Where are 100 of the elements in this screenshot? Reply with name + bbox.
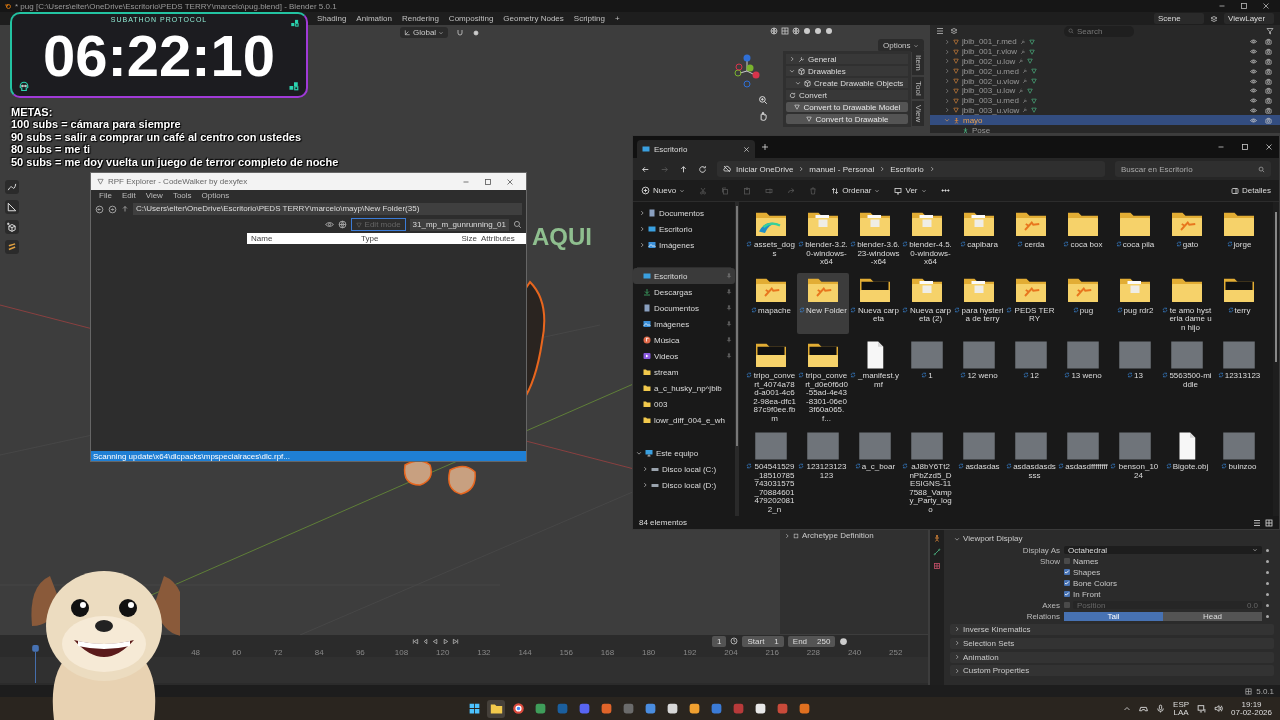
clock[interactable]: 19:19 07-02-2026 (1231, 700, 1272, 717)
panel-header[interactable]: Drawables (786, 66, 908, 76)
sidebar-item[interactable]: Escritorio (633, 221, 735, 237)
orientation-dropdown[interactable]: Global (400, 27, 449, 38)
panel-header[interactable]: General (786, 54, 908, 64)
desktop-entry[interactable]: 123123123123 (797, 429, 849, 516)
outliner-row[interactable]: jbib_002_u.low (930, 56, 1280, 67)
language-indicator[interactable]: ESP LAA (1173, 700, 1190, 717)
desktop-entry[interactable]: terry (1213, 272, 1265, 334)
desktop-entry[interactable]: pug (1057, 272, 1109, 334)
desktop-entry[interactable]: cerda (1005, 207, 1057, 269)
path-field[interactable]: C:\Users\elter\OneDrive\Escritorio\PEDS TERRY\marcelo\mayp\New Folder(35) (133, 203, 522, 215)
convert-button[interactable]: Convert to Drawable Model (786, 102, 908, 112)
desktop-entry[interactable]: 12 weno (953, 338, 1005, 425)
panel-header[interactable]: Inverse Kinematics (950, 623, 1274, 635)
menu-item[interactable]: View (145, 191, 163, 200)
desktop-entry[interactable]: tripo_convert_d0e0f6d0-55ad-4e43-8301-06e03f60a065.f... (797, 338, 849, 425)
column-header[interactable]: Attributes (481, 234, 526, 243)
sidebar-item[interactable]: 003 (633, 396, 735, 412)
relation-option[interactable]: Head (1163, 611, 1262, 621)
current-frame-field[interactable]: 1 (712, 635, 727, 647)
desktop-entry[interactable]: asdasdffffffff (1057, 429, 1109, 516)
sidebar-item[interactable]: Imágenes (633, 237, 735, 253)
sidebar-item[interactable]: lowr_diff_004_e_wh (633, 412, 735, 428)
panel-header[interactable]: Custom Properties (950, 665, 1274, 677)
panel-header[interactable]: Create Drawable Objects (786, 78, 908, 88)
sidebar-item[interactable]: Este equipo (633, 445, 735, 461)
desktop-entry[interactable]: 12 (1005, 338, 1057, 425)
desktop-entry[interactable]: blender-4.5.0-windows-x64 (901, 207, 953, 269)
desktop-entry[interactable]: te amo hysteria dame un hijo (1161, 272, 1213, 334)
outliner-row[interactable]: jbib_003_u.vlow (930, 105, 1280, 116)
desktop-entry[interactable]: coca pila (1109, 207, 1161, 269)
desktop-entry[interactable]: asdasdas (953, 429, 1005, 516)
outliner-row[interactable]: jbib_003_u.low (930, 86, 1280, 96)
desktop-entry[interactable]: New Folder (797, 272, 849, 334)
sidebar-item[interactable]: Descargas (633, 284, 735, 300)
outliner-row[interactable]: jbib_002_u.med (930, 66, 1280, 77)
outliner-row[interactable]: jbib_001_r.vlow (930, 46, 1280, 57)
desktop-entry[interactable]: Bigote.obj (1161, 429, 1213, 516)
view-button[interactable]: Ver (894, 186, 927, 195)
start-frame-field[interactable]: Start 1 (742, 635, 784, 647)
desktop-entry[interactable]: capibara (953, 207, 1005, 269)
desktop-entry[interactable]: aJ8bY6Tt2nPbZzd5_DESIGNS-117588_Vampy_Party_logo (901, 429, 953, 516)
column-header[interactable]: Size (441, 234, 481, 243)
desktop-entry[interactable]: gato (1161, 207, 1213, 269)
sidebar-item[interactable]: stream (633, 364, 735, 380)
desktop-entry[interactable]: PEDS TERRY (1005, 272, 1057, 334)
desktop-entry[interactable]: asdasdasdssss (1005, 429, 1057, 516)
desktop-entry[interactable]: assets_dogs (745, 207, 797, 269)
outliner-row[interactable]: mayo (930, 115, 1280, 126)
sidebar-item[interactable]: Disco local (C:) (633, 461, 735, 477)
new-button[interactable]: Nuevo (641, 186, 686, 195)
desktop-entry[interactable]: Nueva carpeta (2) (901, 272, 953, 334)
end-frame-field[interactable]: End 250 (787, 635, 836, 647)
column-header[interactable]: Type (361, 234, 441, 243)
menu-item[interactable]: Options (201, 191, 230, 200)
sidebar-item[interactable]: a_c_husky_np^jbib (633, 380, 735, 396)
panel-header[interactable]: Animation (950, 651, 1274, 663)
details-button[interactable]: Detalles (1231, 186, 1271, 195)
panel-header[interactable]: Archetype Definition (780, 530, 928, 541)
outliner-row[interactable]: jbib_003_u.med (930, 95, 1280, 106)
desktop-entry[interactable]: 13 (1109, 338, 1161, 425)
outliner-row[interactable]: jbib_002_u.vlow (930, 76, 1280, 86)
desktop-entry[interactable]: benson_1024 (1109, 429, 1161, 516)
menu-item[interactable]: Edit (121, 191, 136, 200)
workspace-tab[interactable]: Shading (312, 12, 352, 25)
workspace-tab[interactable]: Scripting (568, 12, 610, 25)
desktop-entry[interactable]: buinzoo (1213, 429, 1265, 516)
desktop-entry[interactable]: tripo_convert_4074a78d-a001-4c62-98ea-dfc187c9f0ee.fbm (745, 338, 797, 425)
sidebar-item[interactable]: Escritorio (633, 268, 735, 284)
outliner-row[interactable]: jbib_001_r.med (930, 37, 1280, 47)
scene-field[interactable]: Scene (1154, 13, 1204, 24)
panel-header[interactable]: Viewport Display (950, 533, 1274, 544)
sidebar-tab[interactable]: View (912, 101, 924, 127)
desktop-entry[interactable]: 504541529_18510785743031575_708846014792020812_n (745, 429, 797, 516)
menu-item[interactable]: File (99, 191, 112, 200)
search-field[interactable]: Buscar en Escritorio (1115, 161, 1271, 177)
panel-header[interactable]: Selection Sets (950, 637, 1274, 649)
convert-button[interactable]: Convert to Drawable (786, 114, 908, 124)
sidebar-item[interactable]: Documentos (633, 300, 735, 316)
workspace-tab[interactable]: Animation (351, 12, 397, 25)
desktop-entry[interactable]: blender-3.6.23-windows-x64 (849, 207, 901, 269)
window-tab[interactable]: Escritorio (637, 140, 755, 158)
search-field[interactable]: Search (1064, 25, 1134, 37)
workspace-tab[interactable]: Geometry Nodes (498, 12, 569, 25)
sidebar-tab[interactable]: Tool (912, 76, 924, 100)
desktop-entry[interactable]: mapache (745, 272, 797, 334)
workspace-tab[interactable]: Compositing (443, 12, 499, 25)
desktop-entry[interactable]: 1 (901, 338, 953, 425)
sidebar-item[interactable]: Documentos (633, 205, 735, 221)
desktop-entry[interactable]: jorge (1213, 207, 1265, 269)
column-header[interactable]: Name (251, 234, 361, 243)
workspace-tab[interactable]: Rendering (396, 12, 444, 25)
sidebar-tab[interactable]: Item (912, 51, 924, 75)
desktop-entry[interactable]: blender-3.2.0-windows-x64 (797, 207, 849, 269)
menu-item[interactable]: Tools (172, 191, 192, 200)
desktop-entry[interactable]: _manifest.ymf (849, 338, 901, 425)
desktop-entry[interactable]: 12313123 (1213, 338, 1265, 425)
desktop-entry[interactable]: Nueva carpeta (849, 272, 901, 334)
desktop-entry[interactable]: para hysteria de terry (953, 272, 1005, 334)
